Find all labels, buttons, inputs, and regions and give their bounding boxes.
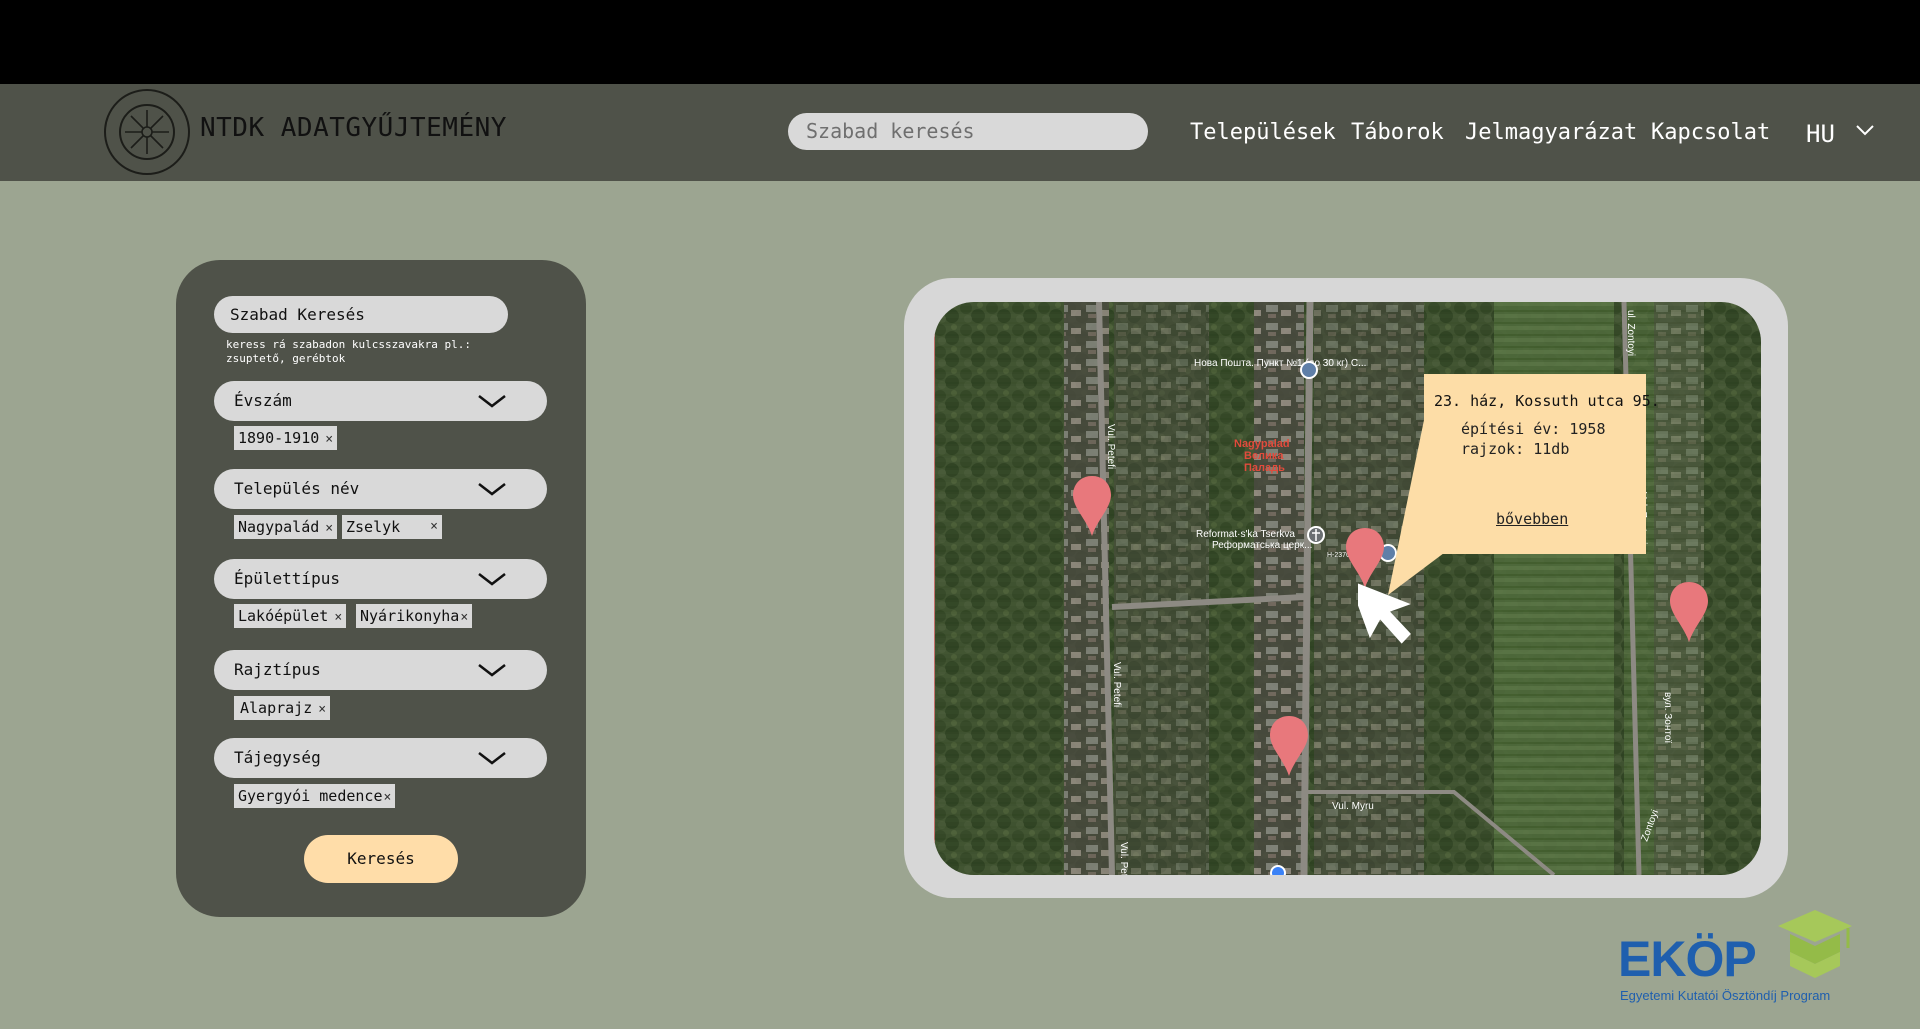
popup-more-link[interactable]: bővebben	[1496, 510, 1568, 528]
remove-tag-icon[interactable]: ×	[334, 610, 342, 625]
chevron-down-icon[interactable]	[1856, 124, 1874, 136]
facet-label: Évszám	[234, 391, 292, 410]
map-label-street: Vul. Petefi	[1105, 424, 1116, 469]
search-submit-button[interactable]: Keresés	[304, 835, 458, 883]
remove-tag-icon[interactable]: ×	[325, 521, 333, 536]
top-navigation-bar: NTDK ADATGYŰJTEMÉNY Szabad keresés Telep…	[0, 84, 1920, 181]
filter-panel: Szabad Keresés keress rá szabadon kulcss…	[176, 260, 586, 917]
post-office-marker-icon[interactable]	[1300, 361, 1318, 379]
nav-link-settlements[interactable]: Települések	[1190, 120, 1336, 145]
map-pin-icon[interactable]	[1073, 476, 1111, 536]
ekop-wordmark: EKÖP	[1618, 931, 1757, 987]
facet-year-dropdown[interactable]: Évszám	[214, 381, 547, 421]
chevron-down-icon	[478, 573, 506, 586]
map-label-post-office: Нова Пошта. Пункт №1 (до 30 кг) С...	[1194, 358, 1366, 369]
facet-label: Tájegység	[234, 748, 321, 767]
map-label-village: Nagypalad	[1234, 438, 1290, 450]
map-label-church-cyrillic: Реформатська церк...	[1212, 539, 1312, 551]
site-title[interactable]: NTDK ADATGYŰJTEMÉNY	[200, 113, 507, 143]
filter-tag: Alaprajz ×	[234, 696, 331, 720]
remove-tag-icon[interactable]: ×	[318, 702, 326, 717]
facet-label: Épülettípus	[234, 569, 340, 588]
chevron-down-icon	[478, 664, 506, 677]
filter-tag: Zselyk ×	[342, 515, 442, 539]
church-marker-icon[interactable]	[1307, 526, 1325, 544]
map-label-street: ul. Zontoyi	[1625, 310, 1636, 356]
filter-tag: Nagypalád ×	[234, 515, 338, 539]
map-label-street: вул. Зонтої	[1662, 692, 1673, 743]
map-label-street: Vul. Petefi	[1111, 662, 1122, 707]
chevron-down-icon	[478, 752, 506, 765]
filter-tag: 1890-1910 ×	[234, 426, 338, 450]
nav-link-camps[interactable]: Táborok	[1351, 120, 1444, 145]
flower-ornament-icon	[125, 110, 169, 154]
chevron-down-icon	[478, 395, 506, 408]
house-info-popup: 23. ház, Kossuth utca 95. építési év: 19…	[1424, 374, 1660, 554]
map-label-street: Vul. Petefi	[1118, 842, 1129, 875]
language-selector[interactable]: HU	[1806, 120, 1835, 148]
map-pin-icon[interactable]	[1270, 716, 1308, 776]
seal-inner-ring	[119, 104, 175, 160]
map-label-church: Reformat·s'ka Tserkva	[1196, 529, 1295, 540]
remove-tag-icon[interactable]: ×	[430, 515, 438, 539]
filter-tag: Lakóépület ×	[234, 604, 347, 628]
popup-title: 23. ház, Kossuth utca 95.	[1434, 392, 1660, 410]
ekop-subtitle: Egyetemi Kutatói Ösztöndíj Program	[1620, 988, 1831, 1003]
top-black-bar	[0, 0, 1920, 84]
facet-label: Rajztípus	[234, 660, 321, 679]
map-pin-icon[interactable]	[1670, 582, 1708, 642]
remove-tag-icon[interactable]: ×	[460, 610, 468, 625]
remove-tag-icon[interactable]: ×	[384, 790, 392, 805]
nav-link-contact[interactable]: Kapcsolat	[1651, 120, 1770, 145]
popup-drawing-count: rajzok: 11db	[1461, 440, 1570, 458]
facet-label: Település név	[234, 479, 360, 498]
popup-build-year: építési év: 1958	[1461, 420, 1606, 438]
chevron-down-icon	[478, 483, 506, 496]
map-label-village-cyrillic: Велика	[1244, 450, 1284, 462]
facet-building-type-dropdown[interactable]: Épülettípus	[214, 559, 547, 599]
nav-link-legend[interactable]: Jelmagyarázat	[1465, 120, 1637, 145]
graduation-cap-icon	[1778, 910, 1852, 978]
filter-tag: Nyárikonyha×	[356, 604, 473, 628]
free-search-input[interactable]: Szabad Keresés	[214, 296, 508, 333]
remove-tag-icon[interactable]: ×	[325, 432, 333, 447]
facet-region-dropdown[interactable]: Tájegység	[214, 738, 547, 778]
map-label-village-cyrillic: Паладь	[1244, 462, 1285, 474]
top-search-input[interactable]: Szabad keresés	[788, 113, 1148, 150]
mouse-cursor-icon	[1358, 579, 1411, 644]
location-marker-icon[interactable]	[1270, 865, 1286, 875]
search-hint-text: keress rá szabadon kulcsszavakra pl.: zs…	[226, 338, 472, 365]
map-frame: Нова Пошта. Пункт №1 (до 30 кг) С... Nag…	[904, 278, 1788, 898]
filter-tag: Gyergyói medence×	[234, 784, 396, 808]
facet-drawing-type-dropdown[interactable]: Rajztípus	[214, 650, 547, 690]
map-label-street: Vul. Myru	[1332, 801, 1374, 812]
university-seal-logo[interactable]	[104, 89, 190, 175]
facet-settlement-dropdown[interactable]: Település név	[214, 469, 547, 509]
